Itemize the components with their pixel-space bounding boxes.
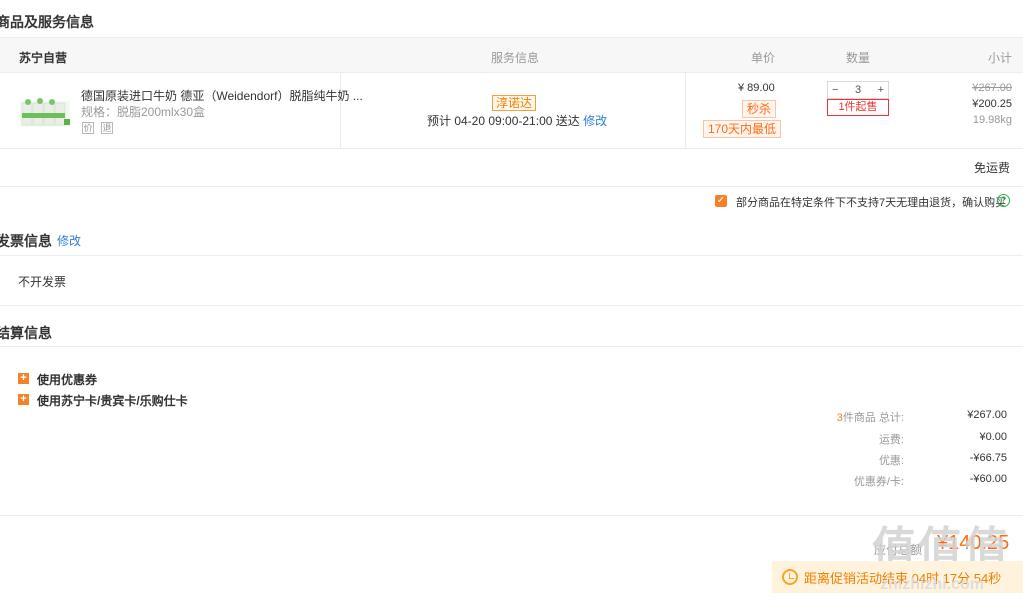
discount-label: 优惠: <box>878 455 904 467</box>
product-thumbnail-image[interactable] <box>18 93 72 129</box>
section-title-goods: 商品及服务信息 <box>0 14 94 30</box>
policy-confirm-checkbox[interactable]: ✓ <box>715 195 727 207</box>
qty-plus-button[interactable]: + <box>878 84 884 96</box>
delivery-estimate: 预计 04-20 09:00-21:00 送达 <box>427 114 580 128</box>
goods-total-value: ¥267.00 <box>967 409 1007 421</box>
qty-input[interactable]: 3 <box>855 84 861 96</box>
invoice-value: 不开发票 <box>18 275 67 289</box>
product-spec: 规格：脱脂200mlx30盒 <box>81 105 206 119</box>
expand-plus-icon[interactable]: + <box>18 394 29 405</box>
return-policy-icon: 退 <box>101 122 113 134</box>
product-name-link[interactable]: 德国原装进口牛奶 德亚（Weidendorf）脱脂纯牛奶 ... <box>81 87 363 104</box>
use-card-toggle[interactable]: 使用苏宁卡/贵宾卡/乐购仕卡 <box>37 392 188 409</box>
flash-sale-badge: 秒杀 <box>742 100 777 118</box>
goods-total-label: 3件商品 总计: <box>836 412 904 424</box>
section-title-invoice: 发票信息 <box>0 233 52 249</box>
delivery-edit-link[interactable]: 修改 <box>583 114 607 128</box>
free-shipping-label: 免运费 <box>973 161 1010 175</box>
invoice-edit-link[interactable]: 修改 <box>57 232 81 249</box>
shipping-fee-value: ¥0.00 <box>979 431 1007 443</box>
coupon-value: -¥60.00 <box>969 473 1007 485</box>
header-unit-price: 单价 <box>751 51 776 65</box>
quantity-stepper: − 3 + <box>827 81 889 99</box>
policy-text: 部分商品在特定条件下不支持7天无理由退货，确认购买 <box>736 197 1007 209</box>
use-coupon-toggle[interactable]: 使用优惠券 <box>37 371 97 388</box>
lowest-price-badge: 170天内最低 <box>703 120 782 138</box>
expand-plus-icon[interactable]: + <box>18 373 29 384</box>
header-service: 服务信息 <box>491 51 540 65</box>
header-quantity: 数量 <box>846 51 871 65</box>
section-title-settlement: 结算信息 <box>0 325 52 341</box>
subtotal: ¥200.25 <box>972 98 1012 110</box>
discount-value: -¥66.75 <box>969 452 1007 464</box>
price-protect-icon: 价 <box>82 122 94 134</box>
clock-icon <box>782 569 798 585</box>
min-purchase-notice: 1件起售 <box>827 99 889 116</box>
shipping-fee-label: 运费: <box>878 434 904 446</box>
coupon-label: 优惠券/卡: <box>853 476 904 488</box>
original-subtotal: ¥267.00 <box>972 82 1012 94</box>
help-icon[interactable]: ? <box>997 194 1010 207</box>
watermark-url: zhizhizhi.com <box>880 576 984 593</box>
header-seller: 苏宁自营 <box>19 51 68 65</box>
header-subtotal: 小计 <box>988 51 1013 65</box>
unit-price: ¥ 89.00 <box>738 82 775 94</box>
product-weight: 19.98kg <box>972 114 1012 126</box>
table-header: 苏宁自营 服务信息 单价 数量 小计 <box>0 37 1023 73</box>
qty-minus-button[interactable]: − <box>832 84 838 96</box>
service-badge: 淳诺达 <box>492 95 537 111</box>
